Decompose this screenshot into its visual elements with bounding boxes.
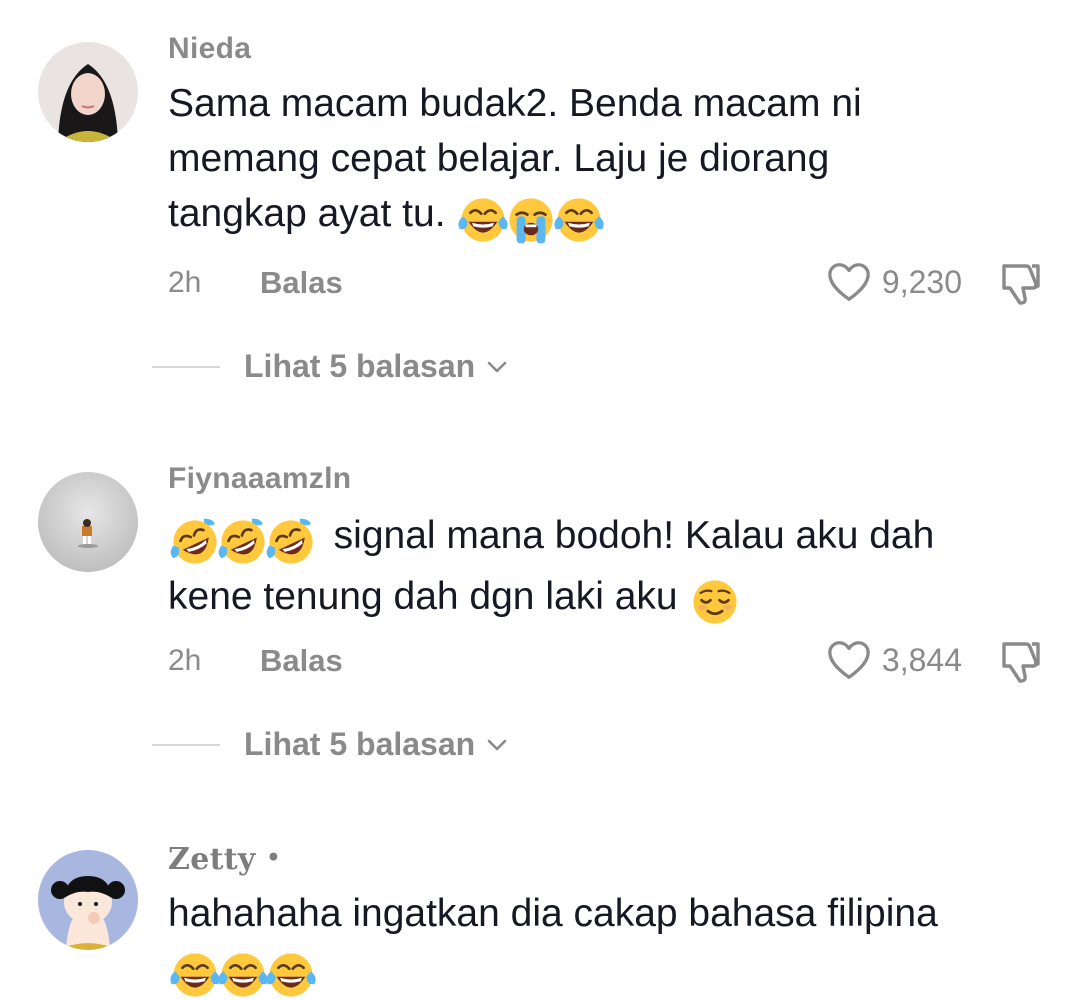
- emoji-group: [456, 190, 600, 247]
- comment-line: kene tenung dah dgn laki aku: [168, 569, 1048, 630]
- emoji-group: [168, 512, 312, 569]
- like-count: 9,230: [881, 263, 962, 300]
- reply-button[interactable]: Balas: [260, 643, 343, 679]
- timestamp: 2h: [168, 644, 202, 677]
- divider: [152, 743, 220, 746]
- username[interactable]: Fiynaaamzln: [168, 462, 351, 496]
- heart-outline-icon: [826, 260, 872, 304]
- username[interactable]: Zetty •: [168, 842, 281, 877]
- face-with-tears-of-joy-icon: [168, 948, 222, 1000]
- reply-button[interactable]: Balas: [260, 265, 343, 301]
- face-with-tears-of-joy-icon: [552, 193, 606, 247]
- avatar[interactable]: [38, 850, 138, 950]
- comment-line: signal mana bodoh! Kalau aku dah: [168, 508, 1048, 569]
- like-button[interactable]: 9,230: [826, 260, 962, 304]
- rolling-on-floor-laughing-icon: [216, 515, 270, 569]
- view-replies-label: Lihat 5 balasan: [244, 348, 476, 384]
- face-with-tears-of-joy-icon: [264, 948, 318, 1000]
- dislike-button[interactable]: [996, 260, 1044, 313]
- heart-outline-icon: [826, 638, 872, 682]
- view-replies-button[interactable]: Lihat 5 balasan: [152, 726, 509, 763]
- avatar[interactable]: [38, 472, 138, 572]
- loudly-crying-face-icon: [504, 193, 558, 247]
- like-count: 3,844: [881, 641, 962, 678]
- comments-list: Nieda Sama macam budak2. Benda macam ni …: [0, 0, 1080, 1000]
- dislike-button[interactable]: [996, 638, 1044, 691]
- comment-line: hahahaha ingatkan dia cakap bahasa filip…: [168, 892, 938, 935]
- view-replies-button[interactable]: Lihat 5 balasan: [152, 348, 509, 385]
- emoji-group: [688, 573, 736, 630]
- comment-text: hahahaha ingatkan dia cakap bahasa filip…: [168, 886, 1048, 1000]
- comment-line: Sama macam budak2. Benda macam ni: [168, 82, 862, 125]
- relieved-face-icon: [688, 575, 742, 629]
- username-text: Zetty: [168, 842, 256, 877]
- thumbs-down-outline-icon: [996, 638, 1044, 686]
- comment-line: [168, 941, 1048, 1000]
- avatar[interactable]: [38, 42, 138, 142]
- like-button[interactable]: 3,844: [826, 638, 962, 682]
- face-with-tears-of-joy-icon: [456, 193, 510, 247]
- emoji-group: [168, 945, 312, 1000]
- chevron-down-icon: [485, 355, 509, 379]
- comment-text: Sama macam budak2. Benda macam ni memang…: [168, 76, 1048, 247]
- divider: [152, 365, 220, 368]
- chevron-down-icon: [485, 733, 509, 757]
- comment-line: tangkap ayat tu.: [168, 186, 1048, 247]
- comment-line: memang cepat belajar. Laju je diorang: [168, 137, 830, 180]
- thumbs-down-outline-icon: [996, 260, 1044, 308]
- rolling-on-floor-laughing-icon: [264, 515, 318, 569]
- username[interactable]: Nieda: [168, 32, 251, 66]
- timestamp: 2h: [168, 266, 202, 299]
- rolling-on-floor-laughing-icon: [168, 515, 222, 569]
- view-replies-label: Lihat 5 balasan: [244, 726, 476, 762]
- username-dot: •: [266, 845, 281, 871]
- face-with-tears-of-joy-icon: [216, 948, 270, 1000]
- comment-text: signal mana bodoh! Kalau aku dah kene te…: [168, 508, 1048, 629]
